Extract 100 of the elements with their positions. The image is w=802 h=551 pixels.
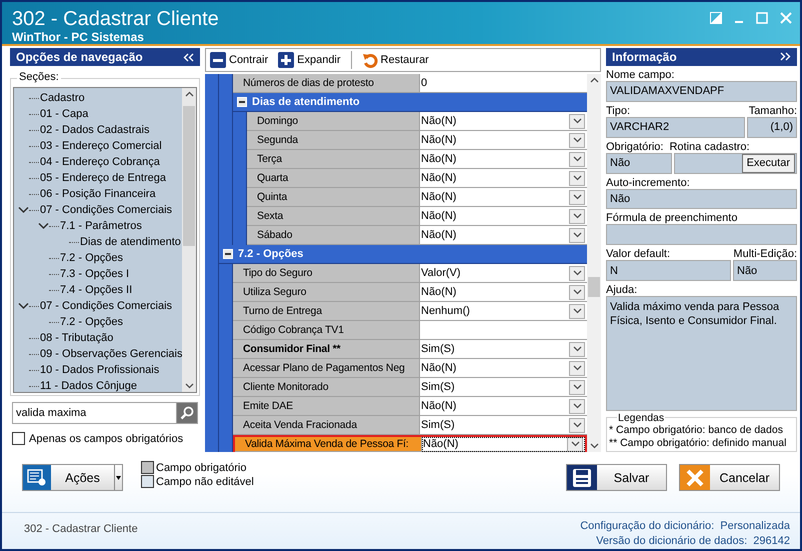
dropdown-button[interactable] — [569, 360, 585, 376]
chevron-down-icon[interactable] — [18, 302, 29, 310]
tree-item[interactable]: 07 - Condições Comerciais — [40, 204, 172, 216]
dropdown-button[interactable] — [567, 436, 583, 452]
chevron-down-icon — [572, 175, 582, 181]
property-value[interactable]: Sim(S) — [421, 419, 455, 431]
plus-icon — [278, 52, 294, 68]
property-value[interactable]: Não(N) — [421, 229, 456, 241]
tree-item[interactable]: 7.4 - Opções II — [60, 284, 132, 296]
checkbox[interactable] — [12, 432, 25, 445]
property-value[interactable]: Não(N) — [423, 438, 458, 450]
property-label: Domingo — [247, 112, 420, 131]
property-label: Consumidor Final ** — [233, 340, 420, 359]
checkbox-label[interactable]: Apenas os campos obrigatórios — [29, 432, 184, 444]
tree-item[interactable]: 02 - Dados Cadastrais — [40, 124, 150, 136]
dropdown-button[interactable] — [569, 132, 585, 148]
chevron-down-icon — [572, 213, 582, 219]
collapse-right-icon[interactable] — [780, 52, 791, 62]
property-label: Código Cobrança TV1 — [233, 321, 420, 340]
property-value[interactable]: Sim(S) — [421, 343, 455, 355]
property-value[interactable]: Não(N) — [421, 191, 456, 203]
chevron-down-icon — [572, 365, 582, 371]
chevron-down-icon — [572, 384, 582, 390]
property-label: Sábado — [247, 226, 420, 245]
tree-item[interactable]: Cadastro — [40, 92, 85, 104]
dropdown-button[interactable] — [569, 398, 585, 414]
search-button[interactable] — [176, 402, 198, 424]
tree-item[interactable]: 07 - Condições Comerciais — [40, 300, 172, 312]
chevron-down-icon — [572, 156, 582, 162]
tree-item[interactable]: 05 - Endereço de Entrega — [40, 172, 166, 184]
tree-item[interactable]: 06 - Posição Financeira — [40, 188, 156, 200]
field-label: Ajuda: — [606, 284, 638, 296]
panel-title: Informação — [612, 50, 677, 64]
field-value: VALIDAMAXVENDAPF — [606, 80, 797, 102]
property-label: Terça — [247, 150, 420, 169]
dropdown-button[interactable] — [569, 266, 585, 280]
property-value[interactable]: Não(N) — [421, 172, 456, 184]
dropdown-button[interactable] — [569, 284, 585, 300]
chevron-down-icon — [572, 346, 582, 352]
toolbar-button[interactable]: Restaurar — [362, 52, 429, 68]
property-value[interactable]: Não(N) — [421, 153, 456, 165]
dropdown-button[interactable] — [569, 418, 585, 432]
dropdown-button[interactable] — [569, 380, 585, 394]
toolbar-button[interactable]: Expandir — [278, 52, 341, 68]
property-input[interactable] — [420, 321, 587, 340]
field-label: Fórmula de preenchimento — [606, 212, 738, 224]
field-label: Tamanho: — [748, 104, 797, 117]
tree-item[interactable]: 7.1 - Parâmetros — [60, 220, 142, 232]
scrollbar-thumb[interactable] — [183, 106, 195, 246]
search-field[interactable]: valida maxima — [12, 402, 176, 424]
property-value[interactable]: Não(N) — [421, 210, 456, 222]
chevron-down-icon[interactable] — [18, 206, 29, 214]
dropdown-button[interactable] — [569, 342, 585, 356]
scrollbar-thumb[interactable] — [588, 277, 600, 297]
dropdown-button[interactable] — [569, 208, 585, 224]
property-value[interactable]: Não(N) — [421, 400, 456, 412]
tree-item[interactable]: 7.2 - Opções — [60, 252, 123, 264]
tree-item[interactable]: 08 - Tributação — [40, 332, 114, 344]
tree-item[interactable]: 7.2 - Opções — [60, 316, 123, 328]
tree-item[interactable]: 09 - Observações Gerenciais — [40, 348, 182, 360]
tree-item[interactable]: 11 - Dados Cônjuge — [40, 380, 138, 392]
dropdown-button[interactable] — [569, 304, 585, 318]
field-label: Rotina cadastro: — [669, 140, 750, 153]
tree-item[interactable]: 10 - Dados Profissionais — [40, 364, 160, 376]
property-value[interactable]: Valor(V) — [421, 267, 461, 279]
collapse-left-icon[interactable] — [183, 52, 194, 62]
tree-item[interactable]: 04 - Endereço Cobrança — [40, 156, 160, 168]
property-value[interactable]: Nenhum() — [421, 305, 470, 317]
scrollbar[interactable] — [182, 88, 196, 392]
property-value[interactable]: Não(N) — [421, 286, 456, 298]
tree-item[interactable]: 01 - Capa — [40, 108, 88, 120]
scroll-down-icon — [184, 383, 194, 389]
property-value[interactable]: Não(N) — [421, 362, 456, 374]
toolbar-button[interactable]: Contrair — [210, 52, 268, 68]
scroll-up-icon — [184, 91, 194, 97]
field-value: (1,0) — [747, 116, 797, 138]
property-value[interactable]: Não(N) — [421, 134, 456, 146]
tree-item[interactable]: 7.3 - Opções I — [60, 268, 130, 280]
actions-button[interactable]: Ações — [22, 464, 123, 491]
tree-item[interactable]: 03 - Endereço Comercial — [40, 140, 162, 152]
property-value[interactable]: Sim(S) — [421, 381, 455, 393]
collapse-icon[interactable] — [237, 97, 247, 107]
dropdown-button[interactable] — [569, 170, 585, 186]
dropdown-button[interactable] — [569, 152, 585, 166]
property-label: Sexta — [247, 207, 420, 226]
save-button[interactable]: Salvar — [566, 464, 667, 491]
dropdown-button[interactable] — [569, 114, 585, 128]
cancel-button[interactable]: Cancelar — [679, 464, 780, 491]
dropdown-button[interactable] — [569, 190, 585, 204]
dropdown-button[interactable] — [569, 228, 585, 242]
collapse-icon[interactable] — [223, 249, 233, 259]
chevron-down-icon — [572, 118, 582, 124]
scrollbar[interactable] — [587, 74, 601, 452]
chevron-down-icon[interactable] — [38, 222, 49, 230]
search-icon — [180, 406, 194, 420]
property-value[interactable]: Não(N) — [421, 115, 456, 127]
tree-item[interactable]: Dias de atendimento — [80, 236, 181, 248]
execute-button[interactable]: Executar — [742, 154, 795, 173]
field-value: Não — [733, 260, 797, 282]
property-input[interactable]: 0 — [420, 74, 587, 93]
